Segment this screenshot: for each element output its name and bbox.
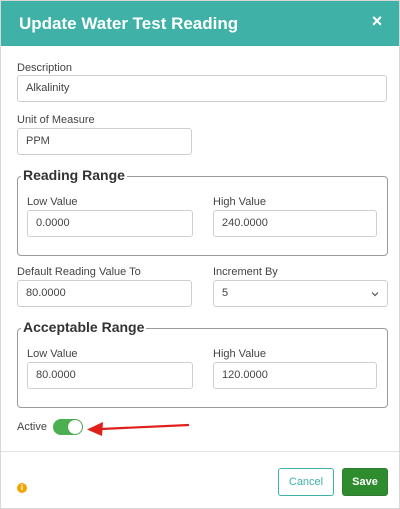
unit-of-measure-input[interactable]: PPM xyxy=(17,128,192,155)
default-reading-label: Default Reading Value To xyxy=(17,266,141,278)
description-input[interactable]: Alkalinity xyxy=(17,75,387,102)
dialog-title: Update Water Test Reading xyxy=(19,14,239,33)
default-reading-input[interactable]: 80.0000 xyxy=(17,280,192,307)
acceptable-range-legend: Acceptable Range xyxy=(21,319,147,335)
increment-select[interactable]: 5 xyxy=(213,280,388,307)
toggle-knob xyxy=(68,420,82,434)
acceptable-range-low-label: Low Value xyxy=(27,348,78,360)
reading-range-low-label: Low Value xyxy=(27,196,78,208)
acceptable-range-high-input[interactable]: 120.0000 xyxy=(213,362,377,389)
acceptable-range-high-label: High Value xyxy=(213,348,266,360)
increment-selected-value: 5 xyxy=(222,287,229,299)
description-label: Description xyxy=(17,62,73,74)
increment-label: Increment By xyxy=(213,266,278,278)
reading-range-high-input[interactable]: 240.0000 xyxy=(213,210,377,237)
reading-range-high-label: High Value xyxy=(213,196,266,208)
acceptable-range-low-input[interactable]: 80.0000 xyxy=(27,362,193,389)
unit-of-measure-label: Unit of Measure xyxy=(17,114,95,126)
update-water-test-dialog: Update Water Test Reading × Description … xyxy=(0,0,400,509)
annotation-arrow-icon xyxy=(87,422,190,436)
dialog-header: Update Water Test Reading × xyxy=(1,1,399,46)
active-toggle[interactable] xyxy=(53,419,83,435)
reading-range-legend: Reading Range xyxy=(21,167,127,183)
info-icon[interactable]: i xyxy=(17,483,27,493)
chevron-down-icon xyxy=(371,292,379,297)
active-label: Active xyxy=(17,421,47,433)
footer-divider xyxy=(1,451,399,452)
reading-range-low-input[interactable]: 0.0000 xyxy=(27,210,193,237)
close-icon[interactable]: × xyxy=(367,10,387,32)
cancel-button[interactable]: Cancel xyxy=(278,468,334,496)
save-button[interactable]: Save xyxy=(342,468,388,496)
